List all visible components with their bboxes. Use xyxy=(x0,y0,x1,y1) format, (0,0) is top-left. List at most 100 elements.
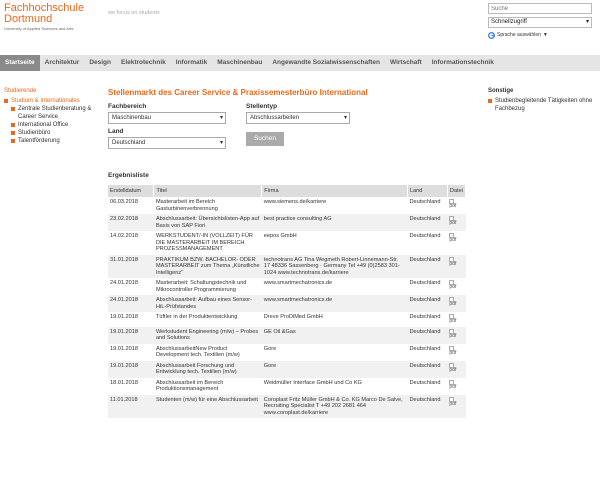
chevron-down-icon: ▾ xyxy=(343,115,347,121)
nav-item-design[interactable]: Design xyxy=(84,55,116,71)
pdf-label: pdf xyxy=(449,349,457,356)
nav-item-elektrotechnik[interactable]: Elektrotechnik xyxy=(116,55,171,71)
nav-item-maschinenbau[interactable]: Maschinenbau xyxy=(212,55,267,71)
university-logo[interactable]: Fachhochschule Dortmund University of Ap… xyxy=(4,3,84,32)
quick-access-select[interactable]: Schnellzugriff ▾ xyxy=(488,17,592,28)
language-selector[interactable]: Sprache auswählen ▼ xyxy=(488,31,548,39)
pdf-label: pdf xyxy=(449,366,457,373)
search-input[interactable] xyxy=(489,4,591,13)
table-row: 19.01.2018 AbschlussarbeitNew Product Dev… xyxy=(108,344,466,361)
title-cell: Abschlussarbeit: Übersichtslisten-App au… xyxy=(153,214,262,231)
country-cell: Deutschland xyxy=(407,360,448,378)
bullet-icon xyxy=(11,107,15,111)
file-cell[interactable]: pdf xyxy=(447,378,465,395)
pdf-link[interactable]: pdf xyxy=(449,199,456,209)
sidebar-root-link[interactable]: Studierende xyxy=(4,88,99,94)
land-value: Deutschland xyxy=(112,140,146,146)
file-cell[interactable]: pdf xyxy=(447,214,466,231)
file-cell[interactable]: pdf xyxy=(447,326,466,344)
file-cell[interactable]: pdf xyxy=(447,254,466,278)
pdf-label: pdf xyxy=(449,332,457,339)
pdf-link[interactable]: pdf xyxy=(449,256,456,267)
country-cell: Deutschland xyxy=(409,345,441,352)
search-box[interactable] xyxy=(488,3,592,14)
date-cell: 06.03.2018 xyxy=(110,199,138,205)
file-cell[interactable]: pdf xyxy=(447,394,466,418)
country-cell: Deutschland xyxy=(409,314,441,320)
pdf-link[interactable]: pdf xyxy=(449,328,457,339)
date-cell: 24.01.2018 xyxy=(110,280,138,286)
fachbereich-value: Maschinenbau xyxy=(112,115,152,121)
pdf-label: pdf xyxy=(449,203,457,209)
nav-item-informatik[interactable]: Informatik xyxy=(171,55,212,71)
sidebar-item[interactable]: Studienbüro xyxy=(4,129,99,137)
nav-item-architektur[interactable]: Architektur xyxy=(40,55,85,71)
country-cell: Deutschland xyxy=(407,214,448,231)
bullet-icon xyxy=(11,131,15,135)
file-cell[interactable]: pdf xyxy=(447,231,465,255)
sidebar-item[interactable]: Studium & Internationales xyxy=(4,97,99,105)
nav-item-startseite[interactable]: Startseite xyxy=(0,55,40,71)
sidebar-item[interactable]: Zentrale Studienberatung & Career Servic… xyxy=(4,105,99,121)
country-cell: Deutschland xyxy=(407,326,448,344)
file-cell[interactable]: pdf xyxy=(447,344,465,361)
column-header[interactable]: Datei xyxy=(447,185,467,197)
pdf-link[interactable]: pdf xyxy=(449,216,456,226)
pdf-link[interactable]: pdf xyxy=(449,233,456,243)
country-cell: Deutschland xyxy=(407,394,448,418)
table-row: 19.01.2018 Tüftler in der Produktentwickl… xyxy=(108,312,466,327)
file-cell[interactable]: pdf xyxy=(447,360,466,378)
date-cell: 19.01.2018 xyxy=(108,326,154,344)
pdf-link[interactable]: pdf xyxy=(449,280,456,290)
language-label: Sprache auswählen xyxy=(497,32,541,38)
pdf-link[interactable]: pdf xyxy=(449,345,457,356)
pdf-link[interactable]: pdf xyxy=(449,396,456,407)
results-title: Ergebnisliste xyxy=(108,172,149,179)
sidebar-item[interactable]: Talentförderung xyxy=(4,137,99,145)
date-cell: 18.01.2018 xyxy=(110,379,138,386)
other-heading: Sonstige xyxy=(488,88,514,94)
logo-subtitle: University of Applied Sciences and Arts xyxy=(4,26,74,31)
file-cell[interactable]: pdf xyxy=(447,295,466,312)
left-sidebar: Studierende Studium & Internationales Zen… xyxy=(4,88,99,145)
nav-item-informationstechnik[interactable]: Informationstechnik xyxy=(427,55,499,71)
sidebar-item[interactable]: International Office xyxy=(4,121,99,129)
pdf-label: pdf xyxy=(449,284,457,290)
column-header[interactable]: Erstelldatum xyxy=(108,185,155,197)
pdf-link[interactable]: pdf xyxy=(449,379,456,390)
company-cell: Gore xyxy=(261,360,408,378)
pdf-link[interactable]: pdf xyxy=(449,297,456,307)
date-cell: 19.01.2018 xyxy=(108,360,154,378)
date-cell: 14.02.2018 xyxy=(110,233,138,239)
google-icon xyxy=(488,31,495,39)
pdf-link[interactable]: pdf xyxy=(449,314,456,324)
column-header[interactable]: Firma xyxy=(261,185,408,197)
stellentyp-select[interactable]: Abschlussarbeiten ▾ xyxy=(246,112,350,124)
quick-access-label: Schnellzugriff xyxy=(491,19,527,25)
column-header[interactable]: Land xyxy=(407,185,448,197)
column-header[interactable]: Titel xyxy=(153,185,263,197)
sidebar-item-label: Talentförderung xyxy=(18,138,60,144)
sidebar-item-label: Zentrale Studienberatung & Career Servic… xyxy=(18,106,92,120)
nav-item-angewandte-sozialwissenschaften[interactable]: Angewandte Sozialwissenschaften xyxy=(267,55,385,71)
country-cell: Deutschland xyxy=(409,233,441,239)
main-content: Stellenmarkt des Career Service & Praxis… xyxy=(108,88,468,149)
table-row: 31.01.2018 PRAKTIKUM BZW. BACHELOR- ODER … xyxy=(108,254,466,278)
title-cell: Masterarbeit: Schaltungstechnik und Mikr… xyxy=(155,280,247,293)
company-cell: eepos GmbH xyxy=(263,233,297,239)
country-cell: Deutschland xyxy=(409,199,441,205)
nav-item-wirtschaft[interactable]: Wirtschaft xyxy=(385,55,427,71)
stellentyp-label: Stellentyp xyxy=(246,103,278,110)
land-select[interactable]: Deutschland ▾ xyxy=(108,137,226,149)
date-cell: 23.02.2018 xyxy=(108,214,154,231)
company-cell: www.siemens.de/karriere xyxy=(263,199,327,205)
file-cell[interactable]: pdf xyxy=(447,278,465,295)
file-cell[interactable]: pdf xyxy=(447,312,465,327)
pdf-link[interactable]: pdf xyxy=(449,362,457,373)
search-button[interactable]: Suchen xyxy=(246,132,284,146)
fachbereich-select[interactable]: Maschinenbau ▾ xyxy=(108,112,226,124)
table-row: 24.01.2018 Abschlussarbeit: Aufbau eines … xyxy=(108,295,466,312)
country-cell: Deutschland xyxy=(407,295,448,312)
file-cell[interactable]: pdf xyxy=(447,197,465,214)
other-link[interactable]: Studienbegleitende Tätigkeiten ohne Fach… xyxy=(488,97,596,113)
